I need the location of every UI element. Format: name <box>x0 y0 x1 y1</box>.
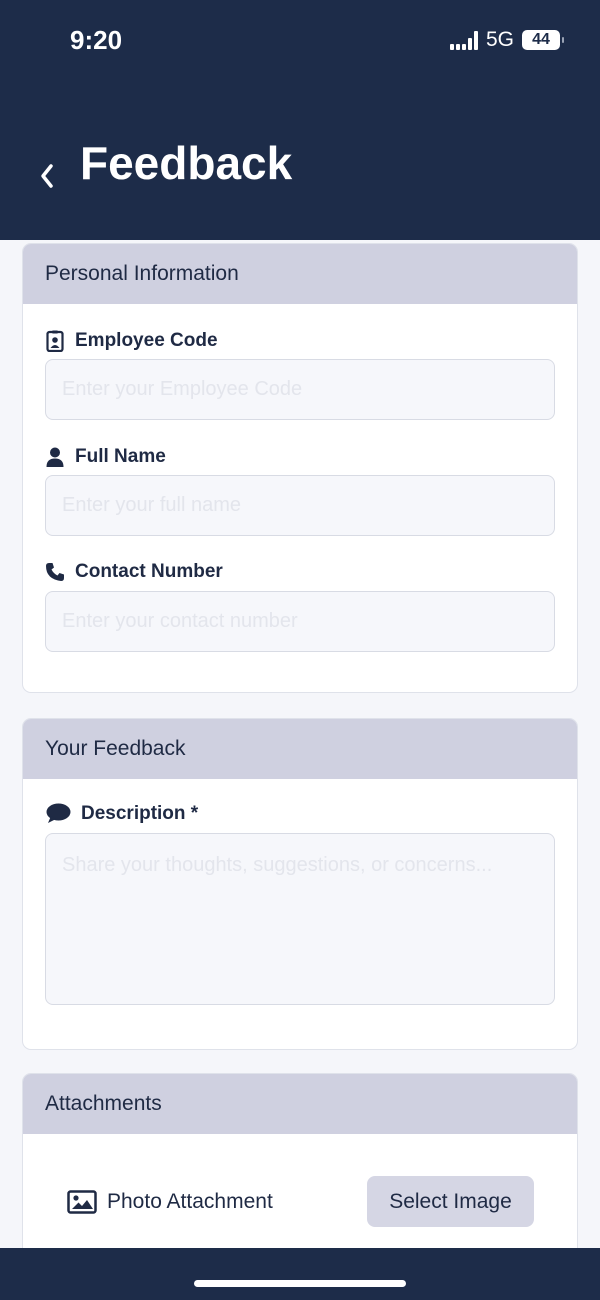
image-icon <box>67 1190 97 1214</box>
feedback-card: Your Feedback Description * <box>22 718 578 1050</box>
contact-number-label: Contact Number <box>45 561 223 583</box>
signal-icon <box>449 30 478 50</box>
section-title-personal-info: Personal Information <box>23 244 577 304</box>
home-indicator[interactable] <box>194 1280 406 1287</box>
battery-icon: 44 <box>522 30 564 50</box>
employee-code-input[interactable] <box>45 359 555 420</box>
id-badge-icon <box>45 330 65 352</box>
photo-attachment-row: Photo Attachment <box>67 1190 273 1214</box>
description-label-text: Description * <box>81 803 199 824</box>
chevron-left-icon <box>41 164 53 188</box>
bottom-bar <box>0 1248 600 1300</box>
status-indicators: 5G 44 <box>449 28 564 52</box>
section-title-feedback: Your Feedback <box>23 719 577 779</box>
user-icon <box>45 446 65 468</box>
contact-number-input[interactable] <box>45 591 555 652</box>
personal-info-card: Personal Information Employee Code F <box>22 243 578 693</box>
attachments-card: Attachments Photo Attachment Select Imag… <box>22 1073 578 1248</box>
contact-number-label-text: Contact Number <box>75 561 223 582</box>
network-type: 5G <box>485 28 514 51</box>
comment-icon <box>45 803 71 825</box>
battery-level: 44 <box>532 31 550 48</box>
status-time: 9:20 <box>70 25 123 55</box>
full-name-label-text: Full Name <box>75 446 166 467</box>
form-scroll-area[interactable]: Personal Information Employee Code F <box>0 240 600 1248</box>
description-textarea[interactable] <box>45 833 555 1005</box>
description-label: Description * <box>45 803 198 825</box>
section-title-attachments: Attachments <box>23 1074 577 1134</box>
full-name-label: Full Name <box>45 446 166 468</box>
employee-code-label-text: Employee Code <box>75 330 218 351</box>
app-header: 9:20 5G 44 Feedback <box>0 0 600 240</box>
phone-icon <box>45 561 65 583</box>
full-name-input[interactable] <box>45 475 555 536</box>
page-title: Feedback <box>80 137 293 189</box>
select-image-button[interactable]: Select Image <box>367 1176 534 1227</box>
employee-code-label: Employee Code <box>45 330 218 352</box>
back-button[interactable] <box>34 158 60 194</box>
photo-attachment-label: Photo Attachment <box>107 1190 273 1213</box>
